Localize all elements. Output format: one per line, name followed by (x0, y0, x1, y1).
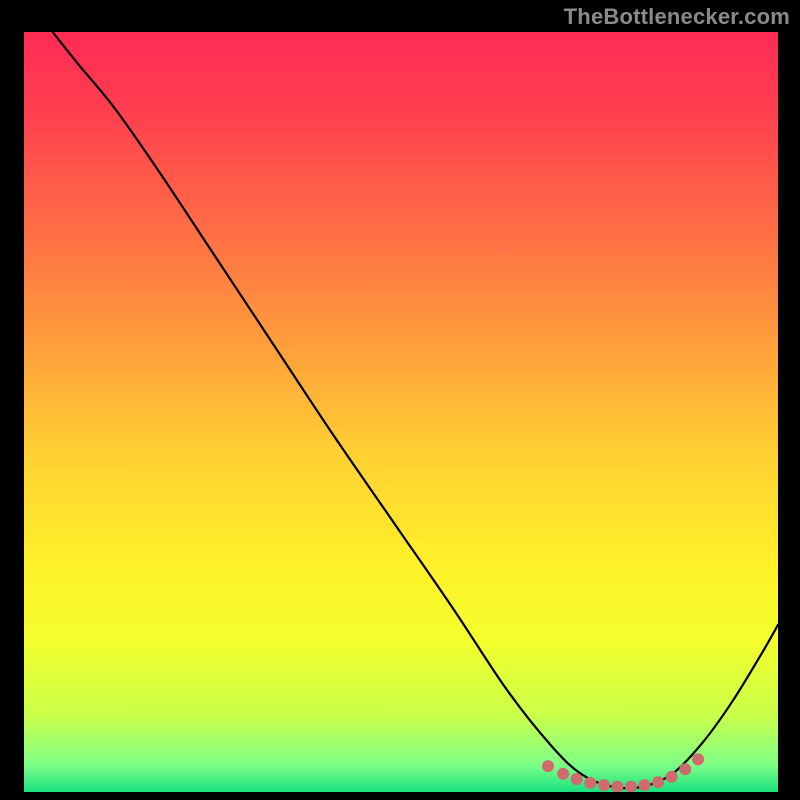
trough-marker (666, 771, 678, 783)
chart-stage: TheBottleneсker.com (0, 0, 800, 800)
trough-marker (625, 781, 637, 793)
trough-marker (598, 779, 610, 791)
trough-marker (571, 773, 583, 785)
trough-marker (652, 776, 664, 788)
trough-marker (611, 781, 623, 793)
bottleneck-chart (0, 0, 800, 800)
trough-marker (679, 763, 691, 775)
gradient-background (24, 32, 778, 792)
trough-marker (557, 768, 569, 780)
trough-marker (692, 753, 704, 765)
trough-marker (542, 760, 554, 772)
trough-marker (584, 777, 596, 789)
trough-marker (639, 779, 651, 791)
